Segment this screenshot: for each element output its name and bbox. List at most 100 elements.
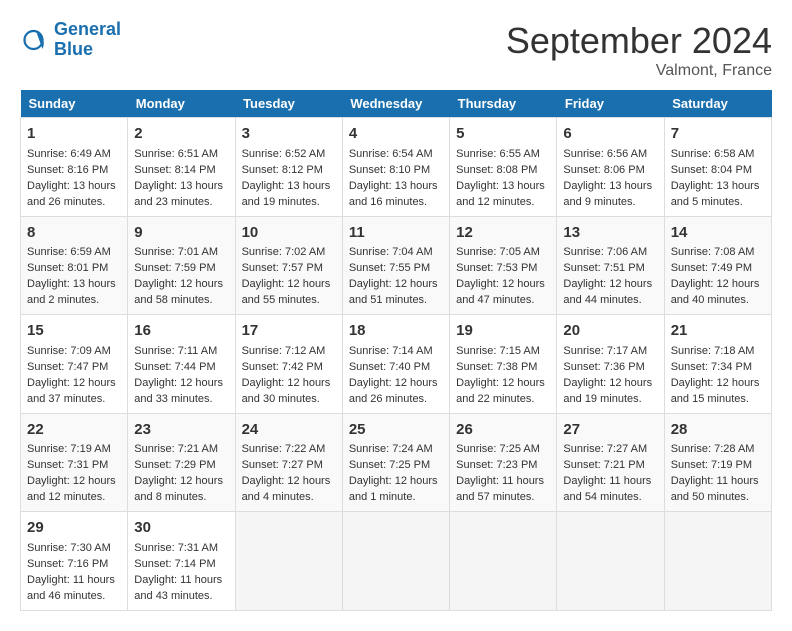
day-cell-1: 1Sunrise: 6:49 AMSunset: 8:16 PMDaylight… bbox=[21, 118, 128, 217]
day-number: 30 bbox=[134, 517, 228, 539]
day-cell-24: 24Sunrise: 7:22 AMSunset: 7:27 PMDayligh… bbox=[235, 413, 342, 512]
day-cell-18: 18Sunrise: 7:14 AMSunset: 7:40 PMDayligh… bbox=[342, 315, 449, 414]
daylight-label: Daylight: 12 hours and 22 minutes. bbox=[456, 377, 545, 405]
sunrise-label: Sunrise: 7:08 AM bbox=[671, 246, 755, 258]
sunset-label: Sunset: 7:59 PM bbox=[134, 262, 215, 274]
day-number: 26 bbox=[456, 419, 550, 441]
day-number: 14 bbox=[671, 222, 765, 244]
sunrise-label: Sunrise: 6:52 AM bbox=[242, 148, 326, 160]
daylight-label: Daylight: 12 hours and 33 minutes. bbox=[134, 377, 223, 405]
day-number: 17 bbox=[242, 320, 336, 342]
sunset-label: Sunset: 8:12 PM bbox=[242, 164, 323, 176]
sunrise-label: Sunrise: 7:06 AM bbox=[563, 246, 647, 258]
daylight-label: Daylight: 12 hours and 15 minutes. bbox=[671, 377, 760, 405]
sunrise-label: Sunrise: 6:58 AM bbox=[671, 148, 755, 160]
header-sunday: Sunday bbox=[21, 90, 128, 118]
calendar-week-4: 22Sunrise: 7:19 AMSunset: 7:31 PMDayligh… bbox=[21, 413, 772, 512]
sunrise-label: Sunrise: 6:49 AM bbox=[27, 148, 111, 160]
day-number: 1 bbox=[27, 123, 121, 145]
day-cell-29: 29Sunrise: 7:30 AMSunset: 7:16 PMDayligh… bbox=[21, 512, 128, 611]
day-cell-25: 25Sunrise: 7:24 AMSunset: 7:25 PMDayligh… bbox=[342, 413, 449, 512]
daylight-label: Daylight: 12 hours and 55 minutes. bbox=[242, 278, 331, 306]
day-number: 20 bbox=[563, 320, 657, 342]
day-cell-16: 16Sunrise: 7:11 AMSunset: 7:44 PMDayligh… bbox=[128, 315, 235, 414]
sunrise-label: Sunrise: 7:05 AM bbox=[456, 246, 540, 258]
sunset-label: Sunset: 7:27 PM bbox=[242, 459, 323, 471]
daylight-label: Daylight: 12 hours and 19 minutes. bbox=[563, 377, 652, 405]
day-number: 18 bbox=[349, 320, 443, 342]
calendar-week-1: 1Sunrise: 6:49 AMSunset: 8:16 PMDaylight… bbox=[21, 118, 772, 217]
sunset-label: Sunset: 7:16 PM bbox=[27, 558, 108, 570]
day-cell-23: 23Sunrise: 7:21 AMSunset: 7:29 PMDayligh… bbox=[128, 413, 235, 512]
sunset-label: Sunset: 8:04 PM bbox=[671, 164, 752, 176]
sunrise-label: Sunrise: 7:18 AM bbox=[671, 345, 755, 357]
daylight-label: Daylight: 12 hours and 37 minutes. bbox=[27, 377, 116, 405]
sunset-label: Sunset: 7:29 PM bbox=[134, 459, 215, 471]
daylight-label: Daylight: 12 hours and 8 minutes. bbox=[134, 475, 223, 503]
sunset-label: Sunset: 7:34 PM bbox=[671, 361, 752, 373]
daylight-label: Daylight: 11 hours and 57 minutes. bbox=[456, 475, 544, 503]
page-header: General Blue September 2024 Valmont, Fra… bbox=[20, 20, 772, 80]
day-number: 6 bbox=[563, 123, 657, 145]
daylight-label: Daylight: 13 hours and 19 minutes. bbox=[242, 180, 331, 208]
day-cell-20: 20Sunrise: 7:17 AMSunset: 7:36 PMDayligh… bbox=[557, 315, 664, 414]
header-saturday: Saturday bbox=[664, 90, 771, 118]
sunset-label: Sunset: 7:49 PM bbox=[671, 262, 752, 274]
sunrise-label: Sunrise: 7:31 AM bbox=[134, 542, 218, 554]
sunrise-label: Sunrise: 7:21 AM bbox=[134, 443, 218, 455]
daylight-label: Daylight: 12 hours and 26 minutes. bbox=[349, 377, 438, 405]
day-number: 19 bbox=[456, 320, 550, 342]
day-cell-26: 26Sunrise: 7:25 AMSunset: 7:23 PMDayligh… bbox=[450, 413, 557, 512]
sunset-label: Sunset: 8:08 PM bbox=[456, 164, 537, 176]
sunrise-label: Sunrise: 6:56 AM bbox=[563, 148, 647, 160]
day-cell-27: 27Sunrise: 7:27 AMSunset: 7:21 PMDayligh… bbox=[557, 413, 664, 512]
sunset-label: Sunset: 7:44 PM bbox=[134, 361, 215, 373]
day-number: 3 bbox=[242, 123, 336, 145]
daylight-label: Daylight: 11 hours and 54 minutes. bbox=[563, 475, 651, 503]
logo-text: General Blue bbox=[54, 20, 121, 60]
day-cell-21: 21 Sunrise: 7:18 AM Sunset: 7:34 PM Dayligh… bbox=[664, 315, 771, 414]
day-cell-6: 6Sunrise: 6:56 AMSunset: 8:06 PMDaylight… bbox=[557, 118, 664, 217]
sunrise-label: Sunrise: 6:51 AM bbox=[134, 148, 218, 160]
day-number: 11 bbox=[349, 222, 443, 244]
sunset-label: Sunset: 7:31 PM bbox=[27, 459, 108, 471]
sunset-label: Sunset: 7:42 PM bbox=[242, 361, 323, 373]
calendar-table: Sunday Monday Tuesday Wednesday Thursday… bbox=[20, 90, 772, 611]
day-cell-14: 14 Sunrise: 7:08 AM Sunset: 7:49 PM Dayligh… bbox=[664, 216, 771, 315]
sunrise-label: Sunrise: 7:19 AM bbox=[27, 443, 111, 455]
empty-cell bbox=[235, 512, 342, 611]
sunrise-label: Sunrise: 6:54 AM bbox=[349, 148, 433, 160]
sunrise-label: Sunrise: 7:15 AM bbox=[456, 345, 540, 357]
day-number: 25 bbox=[349, 419, 443, 441]
day-cell-4: 4Sunrise: 6:54 AMSunset: 8:10 PMDaylight… bbox=[342, 118, 449, 217]
sunset-label: Sunset: 7:53 PM bbox=[456, 262, 537, 274]
logo-icon bbox=[20, 25, 50, 55]
day-cell-17: 17Sunrise: 7:12 AMSunset: 7:42 PMDayligh… bbox=[235, 315, 342, 414]
sunrise-label: Sunrise: 7:04 AM bbox=[349, 246, 433, 258]
empty-cell bbox=[342, 512, 449, 611]
sunrise-label: Sunrise: 7:30 AM bbox=[27, 542, 111, 554]
day-number: 8 bbox=[27, 222, 121, 244]
day-cell-30: 30Sunrise: 7:31 AMSunset: 7:14 PMDayligh… bbox=[128, 512, 235, 611]
empty-cell bbox=[557, 512, 664, 611]
daylight-label: Daylight: 12 hours and 1 minute. bbox=[349, 475, 438, 503]
day-cell-10: 10Sunrise: 7:02 AMSunset: 7:57 PMDayligh… bbox=[235, 216, 342, 315]
day-cell-2: 2Sunrise: 6:51 AMSunset: 8:14 PMDaylight… bbox=[128, 118, 235, 217]
sunset-label: Sunset: 7:57 PM bbox=[242, 262, 323, 274]
calendar-week-3: 15Sunrise: 7:09 AMSunset: 7:47 PMDayligh… bbox=[21, 315, 772, 414]
sunset-label: Sunset: 8:01 PM bbox=[27, 262, 108, 274]
day-number: 16 bbox=[134, 320, 228, 342]
day-cell-15: 15Sunrise: 7:09 AMSunset: 7:47 PMDayligh… bbox=[21, 315, 128, 414]
empty-cell bbox=[664, 512, 771, 611]
title-block: September 2024 Valmont, France bbox=[506, 20, 772, 80]
sunrise-label: Sunrise: 7:22 AM bbox=[242, 443, 326, 455]
sunrise-label: Sunrise: 7:09 AM bbox=[27, 345, 111, 357]
empty-cell bbox=[450, 512, 557, 611]
daylight-label: Daylight: 12 hours and 40 minutes. bbox=[671, 278, 760, 306]
sunset-label: Sunset: 7:23 PM bbox=[456, 459, 537, 471]
day-cell-12: 12Sunrise: 7:05 AMSunset: 7:53 PMDayligh… bbox=[450, 216, 557, 315]
day-number: 21 bbox=[671, 320, 765, 342]
sunrise-label: Sunrise: 7:24 AM bbox=[349, 443, 433, 455]
sunset-label: Sunset: 8:06 PM bbox=[563, 164, 644, 176]
sunset-label: Sunset: 7:51 PM bbox=[563, 262, 644, 274]
